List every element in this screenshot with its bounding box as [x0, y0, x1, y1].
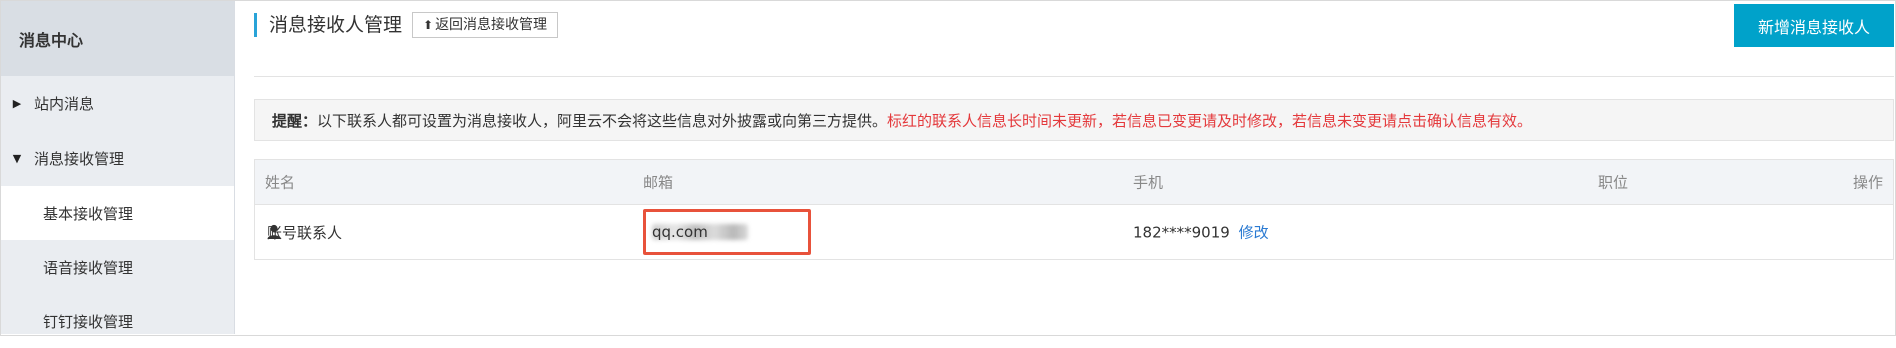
sidebar-item-label: 基本接收管理	[43, 203, 133, 224]
back-button-label: 返回消息接收管理	[435, 12, 547, 38]
page-title: 消息接收人管理	[254, 13, 402, 37]
notice-text: 以下联系人都可设置为消息接收人，阿里云不会将这些信息对外披露或向第三方提供。	[317, 110, 887, 131]
sidebar: 消息中心 ▶ 站内消息 ▼ 消息接收管理 基本接收管理 语音接收管理 钉钉接收管…	[1, 1, 235, 334]
column-header-phone: 手机	[1133, 172, 1163, 193]
column-header-action: 操作	[1853, 172, 1883, 193]
sidebar-item-voice-receive[interactable]: 语音接收管理	[1, 240, 234, 294]
contact-name: 账号联系人	[267, 222, 342, 243]
main-content: 消息接收人管理 ⬆ 返回消息接收管理 新增消息接收人 提醒： 以下联系人都可设置…	[235, 1, 1894, 335]
name-cell: 账号联系人	[267, 225, 281, 240]
sidebar-title: 消息中心	[1, 1, 234, 76]
header-divider	[254, 76, 1894, 77]
column-header-email: 邮箱	[643, 172, 673, 193]
back-to-receive-management-button[interactable]: ⬆ 返回消息接收管理	[412, 12, 558, 38]
sidebar-group-receive-management[interactable]: ▼ 消息接收管理	[1, 131, 234, 186]
sidebar-item-basic-receive[interactable]: 基本接收管理	[1, 186, 234, 240]
contacts-table: 姓名 邮箱 手机 职位 操作 账号联系人 qq.com 182****9019 …	[254, 159, 1894, 260]
sidebar-item-dingtalk-receive[interactable]: 钉钉接收管理	[1, 294, 234, 348]
column-header-name: 姓名	[265, 172, 295, 193]
arrow-up-icon: ⬆	[423, 12, 433, 38]
email-domain: qq.com	[652, 223, 708, 241]
sidebar-item-label: 语音接收管理	[43, 257, 133, 278]
email-cell-highlight: qq.com	[643, 209, 811, 255]
phone-number: 182****9019	[1133, 224, 1230, 242]
phone-cell: 182****9019 修改	[1133, 222, 1269, 243]
sidebar-group-label: 消息接收管理	[34, 148, 124, 169]
notice-label: 提醒：	[272, 110, 317, 131]
add-receiver-button[interactable]: 新增消息接收人	[1734, 4, 1894, 47]
caret-down-icon: ▼	[10, 152, 24, 166]
notice-warning: 标红的联系人信息长时间未更新，若信息已变更请及时修改，若信息未变更请点击确认信息…	[887, 110, 1532, 131]
sidebar-item-label: 钉钉接收管理	[43, 311, 133, 332]
caret-right-icon: ▶	[10, 97, 24, 111]
column-header-position: 职位	[1598, 172, 1628, 193]
sidebar-group-label: 站内消息	[34, 93, 94, 114]
edit-phone-link[interactable]: 修改	[1239, 224, 1269, 242]
table-row: 账号联系人 qq.com 182****9019 修改	[255, 205, 1893, 259]
sidebar-group-inbox[interactable]: ▶ 站内消息	[1, 76, 234, 131]
table-header: 姓名 邮箱 手机 职位 操作	[255, 160, 1893, 205]
notice-banner: 提醒： 以下联系人都可设置为消息接收人，阿里云不会将这些信息对外披露或向第三方提…	[254, 99, 1894, 141]
